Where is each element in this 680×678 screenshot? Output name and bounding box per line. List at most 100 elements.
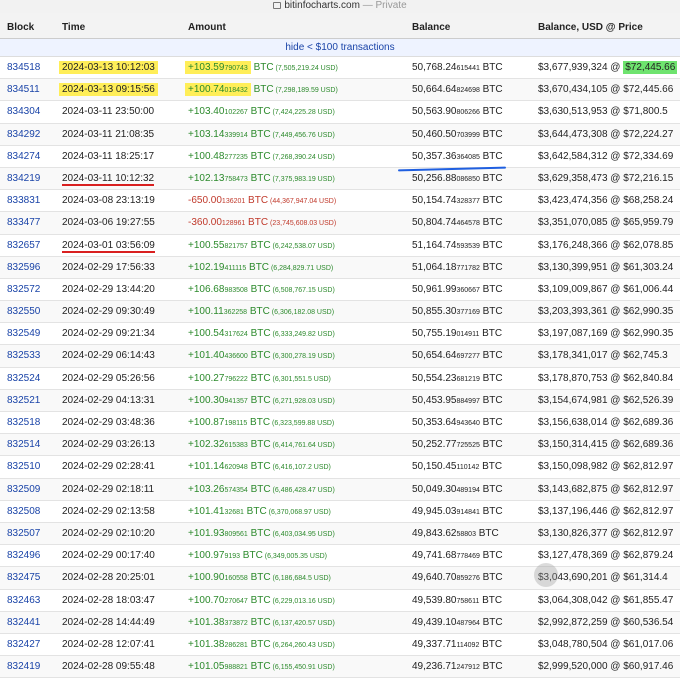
tx-amount-usd: (6,284,829.71 USD) (269, 264, 334, 272)
block-link[interactable]: 834219 (7, 173, 40, 184)
tx-amount: +100.55821757 BTC (6,242,538.07 USD) (188, 240, 335, 252)
tx-amount-usd: (6,271,928.03 USD) (270, 397, 335, 405)
tx-time-value: 2024-02-29 05:26:56 (62, 372, 155, 384)
tx-balance: 50,049.30489194 BTC (412, 484, 503, 496)
col-amount[interactable]: Amount (188, 22, 226, 33)
tx-amount-usd: (6,137,420.57 USD) (270, 619, 335, 627)
balance-unit: BTC (479, 217, 503, 229)
tx-amount-highlight: -360.00128961 (188, 217, 245, 228)
block-link[interactable]: 832419 (7, 661, 40, 672)
tx-time: 2024-02-28 20:25:01 (62, 572, 155, 583)
balance-decimals: 884997 (456, 397, 480, 405)
tx-time-value: 2024-02-29 17:56:33 (62, 261, 155, 273)
tx-time-value: 2024-02-29 04:13:31 (62, 394, 155, 406)
block-link[interactable]: 832508 (7, 506, 40, 517)
tx-amount-main: +100.97 (188, 550, 225, 562)
btc-price: $72,445.66 (623, 61, 678, 74)
block-link[interactable]: 832514 (7, 439, 40, 450)
block-link[interactable]: 834304 (7, 106, 40, 117)
tx-balance-usd: $3,143,682,875 @ $62,812.97 (538, 484, 673, 495)
col-balance[interactable]: Balance (412, 22, 450, 33)
btc-price: $61,855.47 (623, 594, 674, 606)
block-link[interactable]: 832441 (7, 617, 40, 628)
tx-time-value: 2024-03-13 09:15:56 (59, 83, 158, 97)
block-link[interactable]: 832550 (7, 306, 40, 317)
balance-usd-value: $3,178,341,017 @ (538, 350, 624, 362)
tx-amount-decimals: 373872 (224, 619, 248, 627)
tx-time-value: 2024-02-29 03:26:13 (62, 439, 155, 451)
block-link[interactable]: 832596 (7, 262, 40, 273)
tx-balance-usd: $3,150,314,415 @ $62,689.36 (538, 439, 673, 450)
balance-decimals: 914841 (456, 508, 480, 516)
tx-time-value: 2024-02-29 06:14:43 (62, 350, 155, 362)
watermark-logo (534, 561, 674, 591)
balance-usd-value: $3,143,682,875 @ (538, 483, 624, 495)
tx-time: 2024-02-29 09:21:34 (62, 328, 155, 339)
block-link[interactable]: 833477 (7, 217, 40, 228)
browser-address-bar[interactable]: bitinfocharts.com — Private (0, 0, 680, 14)
balance-usd-value: $3,150,314,415 @ (538, 439, 624, 451)
tx-amount-main: +101.40 (188, 350, 225, 362)
btc-price: $62,812.97 (623, 483, 674, 495)
block-link[interactable]: 832427 (7, 639, 40, 650)
block-link[interactable]: 832463 (7, 595, 40, 606)
filter-row: hide < $100 transactions (0, 39, 680, 57)
block-link[interactable]: 832521 (7, 395, 40, 406)
block-link[interactable]: 834511 (7, 84, 40, 95)
watermark-icon (534, 563, 558, 587)
col-time[interactable]: Time (62, 22, 85, 33)
block-link[interactable]: 832533 (7, 350, 40, 361)
balance-decimals: 681219 (456, 375, 480, 383)
tx-balance: 50,804.74464578 BTC (412, 217, 503, 229)
block-link[interactable]: 832518 (7, 417, 40, 428)
block-link[interactable]: 834292 (7, 129, 40, 140)
block-link[interactable]: 832475 (7, 572, 40, 583)
block-link[interactable]: 832507 (7, 528, 40, 539)
balance-main: 50,654.64 (412, 350, 457, 362)
tx-amount-main: +100.55 (188, 239, 225, 251)
tx-balance: 50,256.88086850 BTC (412, 173, 503, 185)
block-link[interactable]: 832549 (7, 328, 40, 339)
block-link[interactable]: 832509 (7, 484, 40, 495)
hide-small-tx-link[interactable]: hide < $100 transactions (285, 42, 394, 53)
tx-balance-usd: $3,154,674,981 @ $62,526.39 (538, 395, 673, 406)
balance-main: 50,154.74 (412, 195, 457, 207)
block-link[interactable]: 834274 (7, 151, 40, 162)
tx-amount-highlight: +100.27796222 (188, 373, 248, 384)
tx-amount-unit: BTC (247, 350, 271, 362)
tx-amount-decimals: 796222 (224, 375, 248, 383)
balance-main: 51,064.18 (412, 261, 457, 273)
col-block[interactable]: Block (7, 22, 34, 33)
block-link[interactable]: 833831 (7, 195, 40, 206)
tx-amount-usd: (6,323,599.88 USD) (270, 420, 335, 427)
balance-unit: BTC (479, 372, 503, 384)
balance-decimals: 778469 (456, 553, 480, 561)
block-link[interactable]: 832510 (7, 461, 40, 472)
block-link[interactable]: 832496 (7, 550, 40, 561)
tx-amount-decimals: 277235 (224, 153, 248, 161)
tx-balance-usd: $3,127,478,369 @ $62,879.24 (538, 550, 673, 561)
tx-time: 2024-02-29 02:28:41 (62, 461, 155, 472)
block-link[interactable]: 832657 (7, 240, 40, 251)
block-link[interactable]: 832524 (7, 373, 40, 384)
tx-amount-usd: (7,375,983.19 USD) (270, 175, 335, 183)
tx-balance: 50,252.77725525 BTC (412, 439, 503, 451)
tx-amount-usd: (6,416,107.2 USD) (270, 464, 331, 472)
tx-amount-highlight: +100.87198115 (188, 417, 247, 428)
balance-decimals: 771782 (456, 264, 480, 272)
balance-usd-value: $3,197,087,169 @ (538, 328, 624, 340)
tx-balance-usd: $3,644,473,308 @ $72,224.27 (538, 129, 673, 140)
tx-time: 2024-02-29 17:56:33 (62, 262, 155, 273)
table-row: 834304 2024-03-11 23:50:00 +103.40102267 B… (0, 101, 680, 124)
block-link[interactable]: 834518 (7, 62, 40, 73)
balance-main: 50,554.23 (412, 372, 457, 384)
col-balance-usd[interactable]: Balance, USD @ Price (538, 22, 643, 33)
tx-amount-decimals: 436600 (224, 353, 248, 361)
tx-balance-usd: $2,999,520,000 @ $60,917.46 (538, 661, 673, 672)
balance-decimals: 086850 (456, 175, 480, 183)
tx-time-value: 2024-02-28 14:44:49 (62, 616, 155, 628)
table-row: 832524 2024-02-29 05:26:56 +100.27796222 B… (0, 368, 680, 390)
block-link[interactable]: 832572 (7, 284, 40, 295)
tx-amount-highlight: +100.55821757 (188, 240, 248, 251)
tx-amount: +100.87198115 BTC (6,323,599.88 USD) (188, 417, 334, 429)
